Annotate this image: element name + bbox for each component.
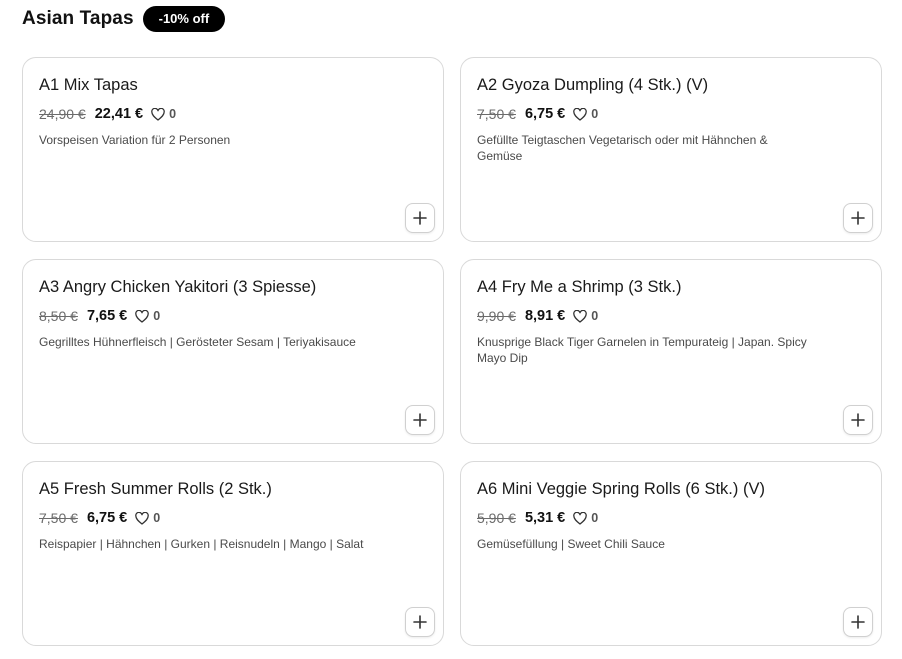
item-description: Gefüllte Teigtaschen Vegetarisch oder mi…	[477, 133, 768, 163]
item-name: A6 Mini Veggie Spring Rolls (6 Stk.) (V)	[477, 480, 765, 498]
like-count: 0	[591, 107, 599, 121]
heart-icon	[573, 107, 588, 121]
price-row: 9,90 € 8,91 € 0	[477, 308, 598, 324]
like-button[interactable]: 0	[573, 309, 598, 323]
menu-item-card[interactable]: A3 Angry Chicken Yakitori (3 Spiesse) 8,…	[22, 259, 444, 444]
heart-icon	[151, 107, 165, 121]
menu-item-card[interactable]: A6 Mini Veggie Spring Rolls (6 Stk.) (V)…	[460, 461, 882, 646]
discounted-price: 7,65 €	[86, 308, 128, 324]
old-price: 7,50 €	[477, 106, 516, 122]
price-row: 24,90 € 22,41 € 0	[39, 106, 176, 122]
item-description: Gegrilltes Hühnerfleisch | Gerösteter Se…	[39, 335, 356, 349]
item-name: A3 Angry Chicken Yakitori (3 Spiesse)	[39, 278, 317, 296]
discounted-price: 22,41 €	[94, 106, 144, 122]
plus-icon	[413, 413, 427, 427]
item-name: A1 Mix Tapas	[39, 76, 138, 94]
menu-item-card[interactable]: A2 Gyoza Dumpling (4 Stk.) (V) 7,50 € 6,…	[460, 57, 882, 242]
heart-icon	[573, 309, 588, 323]
like-button[interactable]: 0	[135, 309, 160, 323]
like-button[interactable]: 0	[135, 511, 160, 525]
price-row: 7,50 € 6,75 € 0	[39, 510, 160, 526]
item-description: Knusprige Black Tiger Garnelen in Tempur…	[477, 335, 807, 365]
old-price: 9,90 €	[477, 308, 516, 324]
discounted-price: 8,91 €	[524, 308, 566, 324]
like-button[interactable]: 0	[151, 107, 176, 121]
like-count: 0	[591, 309, 599, 323]
old-price: 8,50 €	[39, 308, 78, 324]
like-count: 0	[153, 309, 161, 323]
like-count: 0	[591, 511, 599, 525]
heart-icon	[135, 309, 150, 323]
add-to-cart-button[interactable]	[405, 607, 435, 637]
item-description: Vorspeisen Variation für 2 Personen	[39, 133, 231, 147]
item-name: A4 Fry Me a Shrimp (3 Stk.)	[477, 278, 682, 296]
plus-icon	[851, 413, 865, 427]
item-description: Reispapier | Hähnchen | Gurken | Reisnud…	[39, 537, 364, 551]
like-button[interactable]: 0	[573, 511, 598, 525]
like-count: 0	[153, 511, 161, 525]
item-description: Gemüsefüllung | Sweet Chili Sauce	[477, 537, 665, 551]
plus-icon	[413, 211, 427, 225]
add-to-cart-button[interactable]	[405, 203, 435, 233]
add-to-cart-button[interactable]	[405, 405, 435, 435]
discounted-price: 5,31 €	[524, 510, 566, 526]
menu-grid: A1 Mix Tapas 24,90 € 22,41 € 0 Vorspeise…	[22, 57, 882, 646]
price-row: 8,50 € 7,65 € 0	[39, 308, 160, 324]
old-price: 24,90 €	[39, 106, 86, 122]
section-header: Asian Tapas -10% off	[22, 6, 226, 32]
heart-icon	[573, 511, 588, 525]
like-button[interactable]: 0	[573, 107, 598, 121]
menu-item-card[interactable]: A5 Fresh Summer Rolls (2 Stk.) 7,50 € 6,…	[22, 461, 444, 646]
old-price: 7,50 €	[39, 510, 78, 526]
add-to-cart-button[interactable]	[843, 203, 873, 233]
menu-item-card[interactable]: A1 Mix Tapas 24,90 € 22,41 € 0 Vorspeise…	[22, 57, 444, 242]
plus-icon	[851, 211, 865, 225]
item-name: A5 Fresh Summer Rolls (2 Stk.)	[39, 480, 272, 498]
plus-icon	[413, 615, 427, 629]
price-row: 7,50 € 6,75 € 0	[477, 106, 598, 122]
discounted-price: 6,75 €	[524, 106, 566, 122]
section-title: Asian Tapas	[22, 8, 134, 29]
old-price: 5,90 €	[477, 510, 516, 526]
item-name: A2 Gyoza Dumpling (4 Stk.) (V)	[477, 76, 709, 94]
heart-icon	[135, 511, 150, 525]
like-count: 0	[169, 107, 177, 121]
plus-icon	[851, 615, 865, 629]
discounted-price: 6,75 €	[86, 510, 128, 526]
discount-badge: -10% off	[142, 6, 226, 32]
price-row: 5,90 € 5,31 € 0	[477, 510, 598, 526]
add-to-cart-button[interactable]	[843, 607, 873, 637]
add-to-cart-button[interactable]	[843, 405, 873, 435]
menu-item-card[interactable]: A4 Fry Me a Shrimp (3 Stk.) 9,90 € 8,91 …	[460, 259, 882, 444]
